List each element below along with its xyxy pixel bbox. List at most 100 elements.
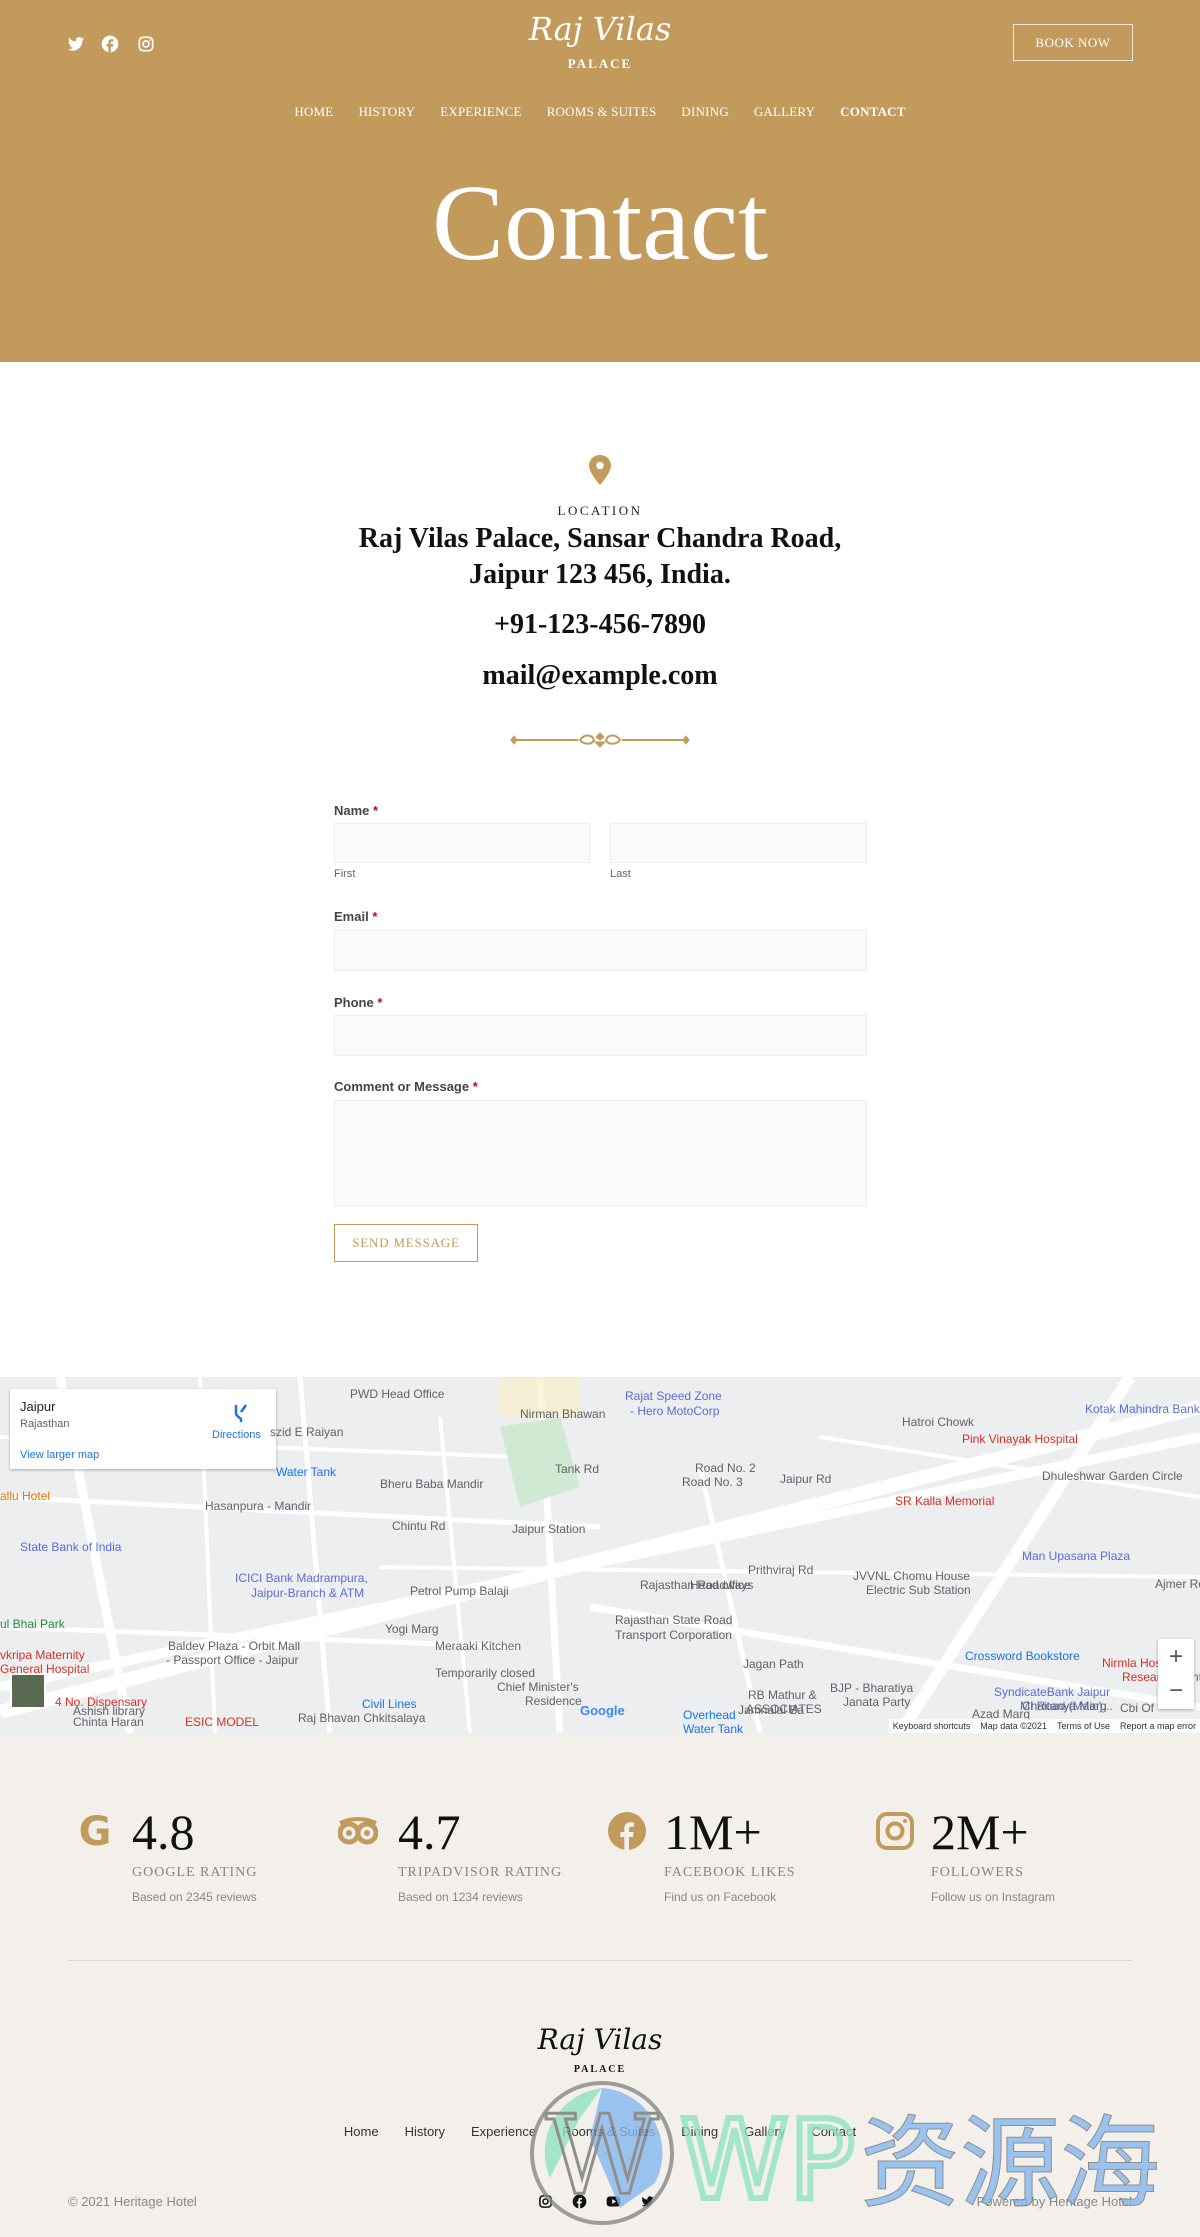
map-label[interactable]: SR Kalla Memorial — [895, 1494, 994, 1508]
footer-nav-experience[interactable]: Experience — [471, 2124, 536, 2139]
nav-rooms-suites[interactable]: ROOMS & SUITES — [547, 104, 657, 120]
map-label[interactable]: Electric Sub Station — [866, 1583, 971, 1597]
footer-nav-history[interactable]: History — [405, 2124, 445, 2139]
footer-nav-dining[interactable]: Dining — [681, 2124, 718, 2139]
last-name-input[interactable] — [610, 823, 867, 863]
map-label[interactable]: Water Tank — [683, 1722, 743, 1733]
twitter-icon[interactable] — [640, 2194, 655, 2209]
map-label[interactable]: SyndicateBank Jaipur — [994, 1685, 1110, 1699]
instagram-icon[interactable] — [875, 1811, 915, 1851]
send-message-button[interactable]: SEND MESSAGE — [334, 1224, 478, 1262]
map-label[interactable]: Rajat Speed Zone — [625, 1389, 722, 1403]
view-larger-map-link[interactable]: View larger map — [20, 1449, 99, 1461]
map-label[interactable]: Civil Lines — [362, 1697, 417, 1711]
map-label[interactable]: Temporarily closed — [435, 1666, 535, 1680]
footer-nav-rooms-suites[interactable]: Rooms & Suites — [562, 2124, 655, 2139]
map-label[interactable]: Nirman Bhawan — [520, 1407, 605, 1421]
map-label[interactable]: State Bank of India — [20, 1540, 121, 1554]
map-label[interactable]: RB Mathur & — [748, 1688, 817, 1702]
youtube-icon[interactable] — [606, 2194, 621, 2209]
map-label[interactable]: BJP - Bharatiya — [830, 1681, 913, 1695]
instagram-icon[interactable] — [538, 2194, 553, 2209]
map-label[interactable]: JVVNL Chomu House — [853, 1569, 970, 1583]
map-label[interactable]: Kotak Mahindra Bank — [1085, 1402, 1200, 1416]
keyboard-shortcuts-link[interactable]: Keyboard shortcuts — [893, 1719, 971, 1733]
nav-history[interactable]: HISTORY — [358, 104, 415, 120]
nav-contact[interactable]: CONTACT — [840, 104, 905, 120]
map-label[interactable]: Residence — [525, 1694, 582, 1708]
facebook-icon[interactable] — [572, 2194, 587, 2209]
map-label[interactable]: Chief Minister's — [497, 1680, 579, 1694]
map-label[interactable]: Baldev Plaza - Orbit Mall — [168, 1639, 300, 1653]
map-label[interactable]: Road No. 2 — [695, 1461, 756, 1475]
map-label[interactable]: allu Hotel — [0, 1489, 50, 1503]
map-label[interactable]: Crossword Bookstore — [965, 1649, 1080, 1663]
email-address[interactable]: mail@example.com — [0, 660, 1200, 692]
map-label[interactable]: Prithviraj Rd — [748, 1563, 813, 1577]
map-label[interactable]: Ajmer Rd — [1155, 1577, 1200, 1591]
footer-logo-name[interactable]: Raj Vilas — [0, 2023, 1200, 2056]
map-label[interactable]: Overhead — [683, 1708, 736, 1722]
map-label[interactable]: - Passport Office - Jaipur — [166, 1653, 299, 1667]
nav-gallery[interactable]: GALLERY — [754, 104, 815, 120]
email-input[interactable] — [334, 930, 867, 971]
map-label[interactable]: Chaitanya Marg — [1022, 1699, 1107, 1713]
nav-experience[interactable]: EXPERIENCE — [440, 104, 521, 120]
terms-link[interactable]: Terms of Use — [1057, 1719, 1110, 1733]
nav-dining[interactable]: DINING — [681, 104, 728, 120]
google-icon[interactable]: G — [75, 1811, 115, 1851]
map-label[interactable]: - Hero MotoCorp — [630, 1404, 719, 1418]
map-label[interactable]: 4 No. Dispensary — [55, 1695, 147, 1709]
map-label[interactable]: Man Upasana Plaza — [1022, 1549, 1130, 1563]
map-label[interactable]: Raj Bhavan Chkitsalaya — [298, 1711, 425, 1725]
zoom-out-button[interactable]: − — [1158, 1674, 1194, 1709]
map-label[interactable]: Chinta Haran — [73, 1715, 144, 1729]
map-label[interactable]: Pink Vinayak Hospital — [962, 1432, 1078, 1446]
map-label[interactable]: szid E Raiyan — [270, 1425, 343, 1439]
tripadvisor-icon[interactable] — [338, 1811, 378, 1851]
zoom-in-button[interactable]: + — [1158, 1639, 1194, 1674]
phone-number[interactable]: +91-123-456-7890 — [0, 609, 1200, 641]
map-label[interactable]: PWD Head Office — [350, 1387, 444, 1401]
map-label[interactable]: Jaipur Station — [512, 1522, 585, 1536]
phone-input[interactable] — [334, 1015, 867, 1056]
map-label[interactable]: Bheru Baba Mandir — [380, 1477, 483, 1491]
map-label[interactable]: Chintu Rd — [392, 1519, 445, 1533]
map-label[interactable]: Head office — [690, 1578, 751, 1592]
map-label[interactable]: Cbi Of — [1120, 1701, 1154, 1715]
map-label[interactable]: Jaipur Rd — [780, 1472, 831, 1486]
map-label[interactable]: vkripa Maternity — [0, 1648, 85, 1662]
map-label[interactable]: Hatroi Chowk — [902, 1415, 974, 1429]
footer-nav-contact[interactable]: Contact — [811, 2124, 856, 2139]
report-error-link[interactable]: Report a map error — [1120, 1719, 1196, 1733]
nav-home[interactable]: HOME — [294, 104, 333, 120]
map-label[interactable]: Yogi Marg — [385, 1622, 439, 1636]
book-now-button[interactable]: BOOK NOW — [1013, 24, 1133, 61]
map-label[interactable]: Meraaki Kitchen — [435, 1639, 521, 1653]
satellite-toggle[interactable] — [10, 1673, 46, 1709]
map-directions-link[interactable]: Directions — [212, 1429, 261, 1441]
map-label[interactable]: Janata Party — [843, 1695, 910, 1709]
map-label[interactable]: Tank Rd — [555, 1462, 599, 1476]
map-label[interactable]: Jamnalal Ba — [738, 1703, 804, 1717]
map-label[interactable]: Dhuleshwar Garden Circle — [1042, 1469, 1183, 1483]
map-label[interactable]: ICICI Bank Madrampura, — [235, 1571, 368, 1585]
name-label: Name * — [334, 803, 379, 818]
first-name-input[interactable] — [334, 823, 590, 863]
map-label[interactable]: Jaipur-Branch & ATM — [251, 1586, 364, 1600]
map-label[interactable]: Transport Corporation — [615, 1628, 732, 1642]
map-label[interactable]: Road No. 3 — [682, 1475, 743, 1489]
message-textarea[interactable] — [334, 1100, 867, 1206]
map-label[interactable]: ESIC MODEL — [185, 1715, 259, 1729]
map-label[interactable]: Jagan Path — [743, 1657, 804, 1671]
map-label[interactable]: Petrol Pump Balaji — [410, 1584, 509, 1598]
directions-icon[interactable] — [232, 1403, 250, 1423]
map-label[interactable]: Hasanpura - Mandir — [205, 1499, 311, 1513]
footer-nav-home[interactable]: Home — [344, 2124, 379, 2139]
map-label[interactable]: Rajasthan State Road — [615, 1613, 732, 1627]
map-label[interactable]: ul Bhai Park — [0, 1617, 65, 1631]
google-map[interactable]: Jaipur Rajasthan Directions View larger … — [0, 1377, 1200, 1733]
footer-nav-gallery[interactable]: Gallery — [744, 2124, 785, 2139]
facebook-icon[interactable] — [607, 1811, 647, 1851]
map-label[interactable]: Water Tank — [276, 1465, 336, 1479]
